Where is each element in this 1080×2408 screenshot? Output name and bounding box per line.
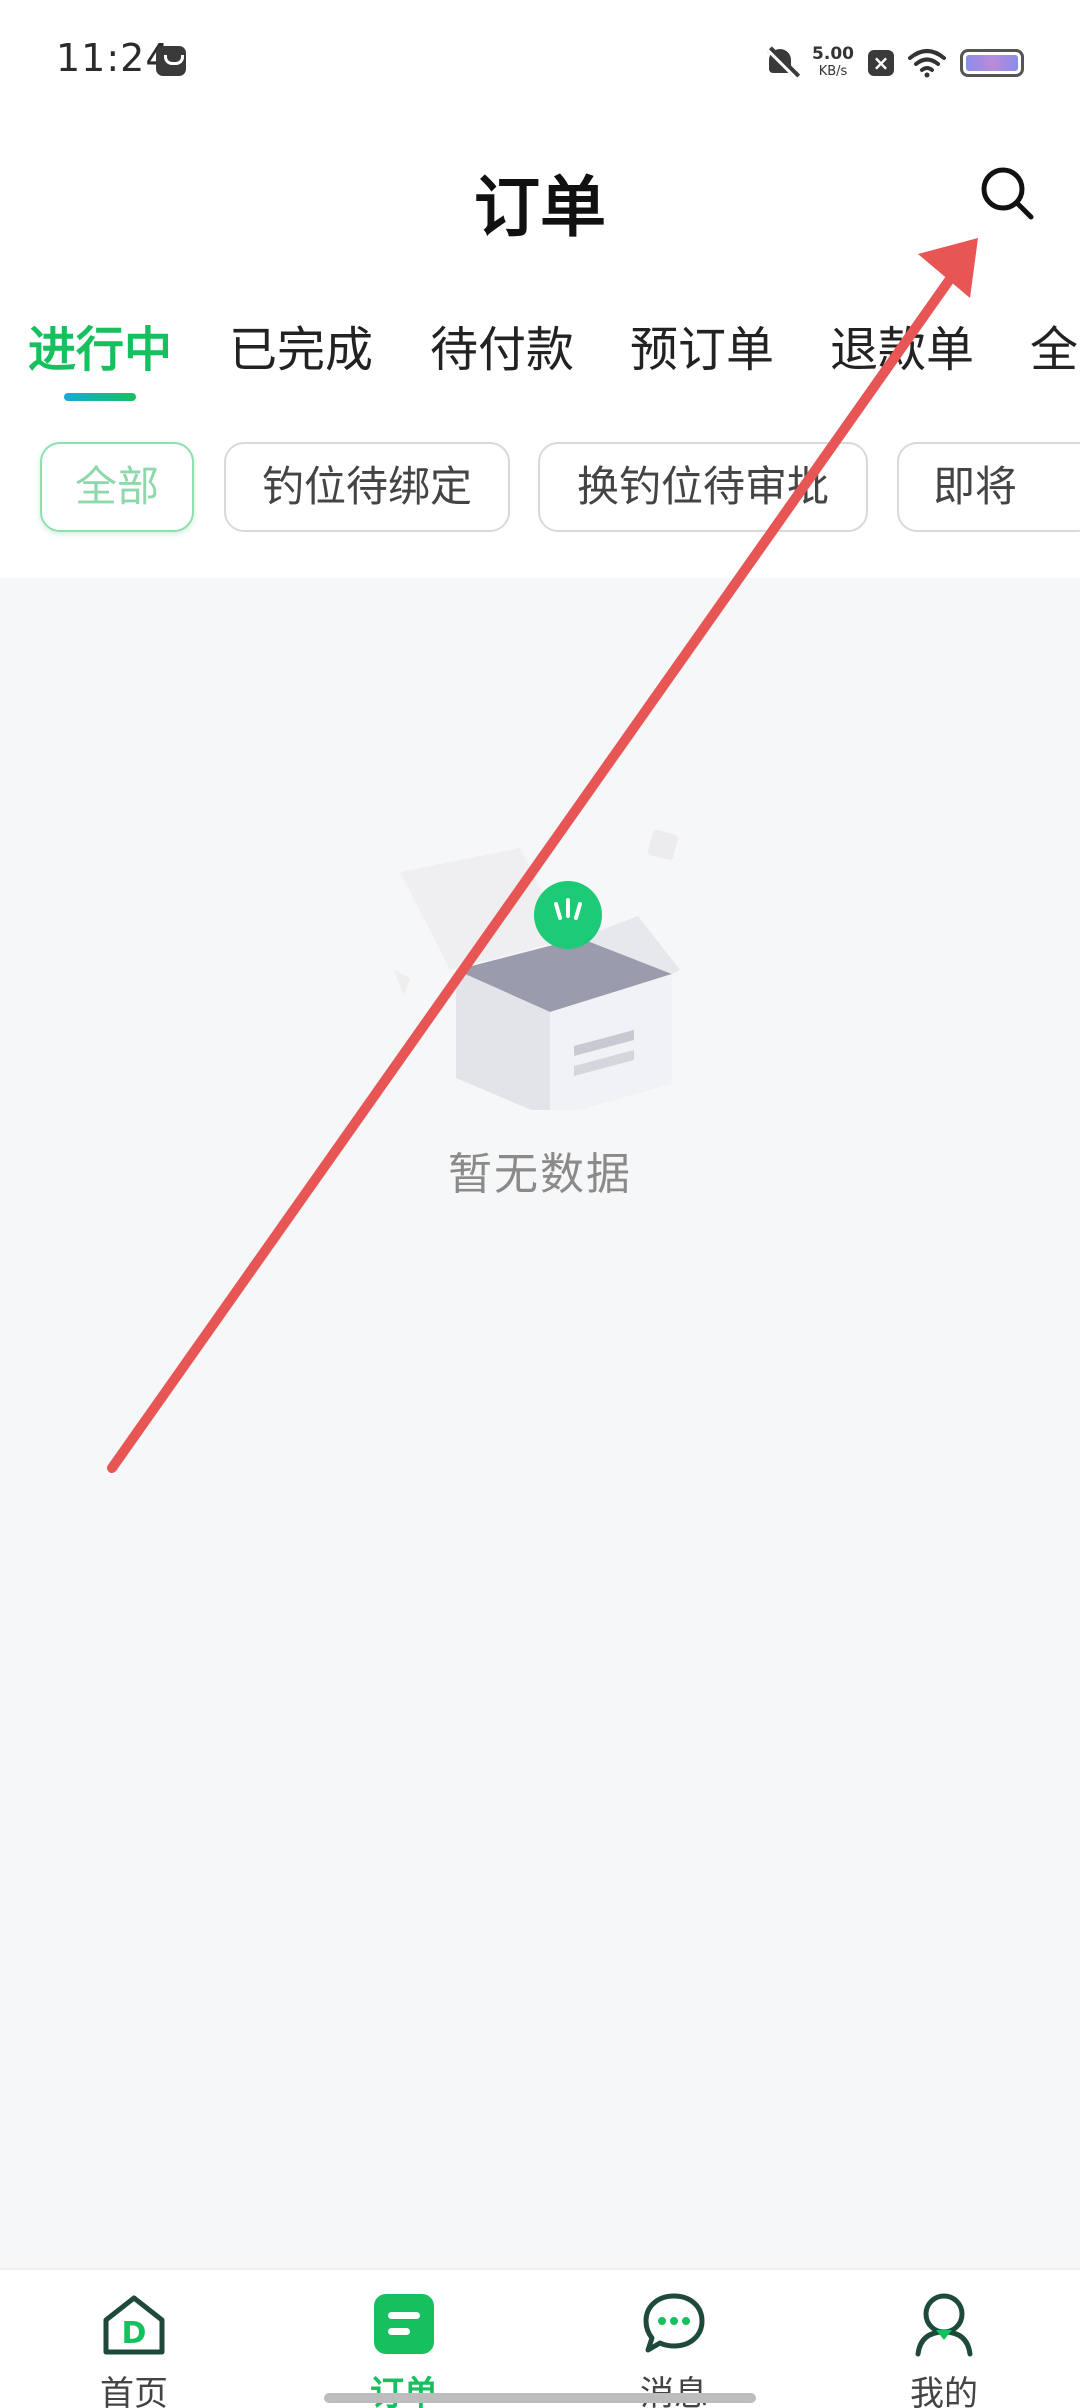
nav-orders[interactable]: 订单	[304, 2270, 504, 2408]
filter-chip-all[interactable]: 全部	[40, 442, 194, 532]
close-notify-icon: ×	[868, 50, 894, 76]
home-indicator[interactable]	[324, 2393, 756, 2403]
page-header: 订单	[0, 140, 1080, 250]
empty-box-illustration	[380, 820, 700, 1118]
nav-home[interactable]: D 首页	[34, 2270, 234, 2408]
nav-home-label: 首页	[100, 2374, 168, 2408]
status-time: 11:24	[56, 36, 171, 80]
nav-profile[interactable]: 我的	[844, 2270, 1044, 2408]
orders-screen: 11:24 5.00 KB/s × 订单 进行中 已完成 待付款 预订单 退款单…	[0, 0, 1080, 2408]
order-status-tabs: 进行中 已完成 待付款 预订单 退款单 全	[0, 300, 1080, 410]
order-list-area: 暂无数据	[0, 578, 1080, 2268]
nav-profile-label: 我的	[910, 2374, 978, 2408]
tab-completed[interactable]: 已完成	[229, 310, 373, 380]
home-icon: D	[103, 2295, 165, 2355]
tab-all[interactable]: 全	[1030, 310, 1078, 380]
filter-chip-upcoming[interactable]: 即将	[897, 442, 1080, 532]
profile-icon	[915, 2293, 973, 2357]
nav-messages[interactable]: 消息	[574, 2270, 774, 2408]
tab-reservations[interactable]: 预订单	[630, 310, 774, 380]
page-title: 订单	[474, 169, 606, 246]
network-speed-value: 5.00	[812, 44, 854, 64]
bottom-navigation: D 首页 订单 消息 我的	[0, 2268, 1080, 2408]
filter-chips: 全部 钓位待绑定 换钓位待审批 即将	[0, 440, 1080, 540]
status-bar: 11:24 5.00 KB/s ×	[0, 0, 1080, 120]
network-speed: 5.00 KB/s	[812, 46, 854, 80]
active-tab-indicator	[64, 393, 136, 401]
bag-icon	[156, 46, 186, 76]
tab-in-progress[interactable]: 进行中	[28, 310, 172, 380]
tab-refunds[interactable]: 退款单	[830, 310, 974, 380]
filter-chip-spot-change-approval[interactable]: 换钓位待审批	[538, 442, 868, 532]
empty-state-message: 暂无数据	[448, 1149, 632, 1200]
wifi-icon	[908, 48, 946, 78]
battery-icon	[960, 49, 1024, 77]
network-speed-unit: KB/s	[818, 64, 848, 79]
message-icon	[643, 2293, 705, 2353]
filter-chip-spot-unbound[interactable]: 钓位待绑定	[224, 442, 510, 532]
tab-pending-payment[interactable]: 待付款	[430, 310, 574, 380]
svg-text:D: D	[122, 2316, 147, 2351]
status-icons: 5.00 KB/s ×	[764, 38, 1024, 88]
search-icon[interactable]	[976, 162, 1038, 224]
mute-icon	[764, 46, 801, 80]
order-icon	[374, 2294, 434, 2354]
